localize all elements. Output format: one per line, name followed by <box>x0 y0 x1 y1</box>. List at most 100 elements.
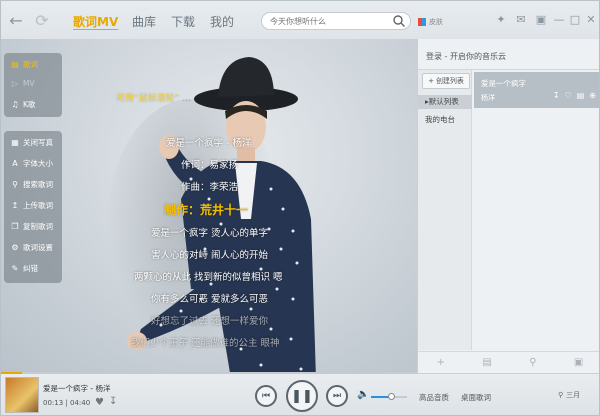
previous-button[interactable]: ⏮ <box>255 385 277 407</box>
lyric-line: 好想忘了过去 还想一样爱你 <box>151 316 269 327</box>
play-mode-button[interactable]: ⚲ 三月 <box>558 390 580 400</box>
tool-upload-lyrics[interactable]: ↥ 上传歌词 <box>11 200 53 211</box>
time-separator: | <box>65 399 68 407</box>
lyric-line: 两颗心的从此 找到新的似曾相识 嗯 <box>134 272 283 283</box>
progress-fill <box>1 372 22 374</box>
create-list-label: 创建列表 <box>435 77 464 85</box>
tool-search-lyrics[interactable]: ⚲ 搜索歌词 <box>11 179 53 190</box>
download-icon[interactable]: ↧ <box>109 396 117 407</box>
font-icon: A <box>12 159 18 168</box>
list-manage-icon[interactable]: ▤ <box>482 357 491 368</box>
lyric-line-current: 制作：荒井十一 <box>164 203 249 217</box>
total-time: 04:40 <box>70 399 91 407</box>
volume-knob[interactable] <box>387 393 395 400</box>
lyric-line: 爱是一个疯字 - 杨洋 <box>166 138 252 149</box>
login-prompt[interactable]: 登录 - 开启你的音乐云 <box>426 51 506 62</box>
skin-button[interactable]: 皮肤 <box>418 17 443 27</box>
skin-label: 皮肤 <box>429 18 443 26</box>
tool-label: 字体大小 <box>23 159 53 168</box>
upload-icon: ↥ <box>11 201 19 210</box>
tools-icon[interactable]: ✦ <box>495 14 507 26</box>
tab-library[interactable]: 曲库 <box>132 13 156 30</box>
tool-label: 复制歌词 <box>23 222 53 231</box>
refresh-icon[interactable]: ⟳ <box>33 11 51 30</box>
hint-extra: ... <box>182 94 191 104</box>
close-icon[interactable]: ✕ <box>585 14 597 26</box>
tab-mine[interactable]: 我的 <box>210 13 234 30</box>
desktop-lyrics-button[interactable]: 桌面歌词 <box>461 392 491 403</box>
sidebar-item-mv[interactable]: ▷ MV <box>11 79 35 88</box>
tool-close-photo[interactable]: ▦ 关闭写真 <box>11 137 53 148</box>
add-icon[interactable]: + <box>437 357 445 368</box>
player-bar: 爱是一个疯字 - 杨洋 00:13 | 04:40 ♥ ↧ ⏮ ❚❚ ⏭ 🔈 高… <box>1 372 599 415</box>
top-bar: ← ⟳ 歌词MV 曲库 下载 我的 皮肤 ✦ ✉ ▣ — □ ✕ <box>1 1 599 39</box>
playlist-song-row[interactable]: 爱是一个疯字 杨洋 ↧ ♡ ▤ ⊕ <box>474 72 599 108</box>
list-default[interactable]: ▸默认列表 <box>418 95 472 109</box>
mic-icon: ♫ <box>11 100 19 109</box>
panel-toolbar: + ▤ ⚲ ▣ <box>418 351 599 373</box>
heart-icon[interactable]: ♥ <box>95 397 104 408</box>
lyric-line: 作曲：李荣浩 <box>181 182 239 193</box>
tool-label: 搜索歌词 <box>23 180 53 189</box>
volume-icon[interactable]: 🔈 <box>357 389 369 400</box>
heart-icon[interactable]: ♡ <box>565 91 572 100</box>
progress-bar[interactable] <box>1 372 417 374</box>
tool-copy-lyrics[interactable]: ❐ 复制歌词 <box>11 221 53 232</box>
tab-lyrics-mv[interactable]: 歌词MV <box>73 13 118 30</box>
volume-slider[interactable] <box>371 393 407 400</box>
tool-font-size[interactable]: A 字体大小 <box>11 158 53 169</box>
song-artist: 杨洋 <box>481 94 495 102</box>
scroll-hint: 可用“鼠标滚轮” ... <box>116 91 191 104</box>
message-icon[interactable]: ✉ <box>515 14 527 26</box>
song-actions: ↧ ♡ ▤ ⊕ <box>553 91 596 100</box>
pause-icon: ❚❚ <box>291 388 313 404</box>
tool-label: 歌词设置 <box>23 243 53 252</box>
search-input[interactable] <box>270 15 390 28</box>
sidebar-item-karaoke[interactable]: ♫ K歌 <box>11 99 35 110</box>
song-title: 爱是一个疯字 <box>481 79 526 88</box>
quality-button[interactable]: 高品音质 <box>419 392 449 403</box>
search-box[interactable] <box>261 12 411 30</box>
lyrics-icon: ▤ <box>11 60 19 69</box>
next-button[interactable]: ⏭ <box>326 385 348 407</box>
current-time: 00:13 <box>43 399 64 407</box>
search-icon: ⚲ <box>558 391 564 399</box>
lyric-line: 你有多么可恶 爱就多么可恶 <box>151 294 269 305</box>
lyrics-tools-panel: ▦ 关闭写真 A 字体大小 ⚲ 搜索歌词 ↥ 上传歌词 ❐ 复制歌词 ⚙ 歌词设… <box>4 131 62 283</box>
lyric-line: 害人心的对峙 闹人心的开始 <box>151 250 269 261</box>
music-player-window: ← ⟳ 歌词MV 曲库 下载 我的 皮肤 ✦ ✉ ▣ — □ ✕ ▤ 歌词 ▷ <box>0 0 600 416</box>
tool-report-error[interactable]: ✎ 纠错 <box>11 263 38 274</box>
photo-icon: ▦ <box>11 138 19 147</box>
playback-time: 00:13 | 04:40 <box>43 399 90 407</box>
tab-download[interactable]: 下载 <box>171 13 195 30</box>
skin-icon <box>418 18 426 26</box>
more-icon[interactable]: ⊕ <box>589 91 596 100</box>
hint-text: 可用“鼠标滚轮” <box>116 94 180 104</box>
search-icon[interactable]: ⚲ <box>529 357 536 368</box>
tool-label: 纠错 <box>23 264 38 273</box>
now-playing-title: 爱是一个疯字 - 杨洋 <box>43 384 111 393</box>
back-arrow-icon[interactable]: ← <box>7 11 25 30</box>
download-icon[interactable]: ↧ <box>553 91 560 100</box>
tool-lyrics-settings[interactable]: ⚙ 歌词设置 <box>11 242 53 253</box>
minimize-icon[interactable]: — <box>553 14 565 26</box>
lyric-line: 作词：易家扬 <box>181 160 239 171</box>
mv-icon: ▷ <box>11 79 19 88</box>
previous-icon: ⏮ <box>261 391 271 401</box>
list-nav-column <box>418 70 472 350</box>
album-cover[interactable] <box>5 377 39 413</box>
list-label: 我的电台 <box>425 115 455 124</box>
lyric-line: 我们少个王子 还能做谁的公主 眼神 <box>131 338 280 349</box>
play-mode-label: 三月 <box>566 391 581 399</box>
maximize-icon[interactable]: □ <box>569 14 581 26</box>
create-list-button[interactable]: + 创建列表 <box>422 73 470 89</box>
search-icon[interactable] <box>392 14 406 28</box>
sidebar-item-lyrics[interactable]: ▤ 歌词 <box>11 59 38 70</box>
tool-label: 上传歌词 <box>23 201 53 210</box>
mini-mode-icon[interactable]: ▣ <box>535 14 547 26</box>
locate-icon[interactable]: ▣ <box>574 357 583 368</box>
view-mode-panel: ▤ 歌词 ▷ MV ♫ K歌 <box>4 53 62 117</box>
pause-button[interactable]: ❚❚ <box>286 380 318 412</box>
mv-icon[interactable]: ▤ <box>577 91 585 100</box>
list-my-radio[interactable]: 我的电台 <box>418 113 472 127</box>
